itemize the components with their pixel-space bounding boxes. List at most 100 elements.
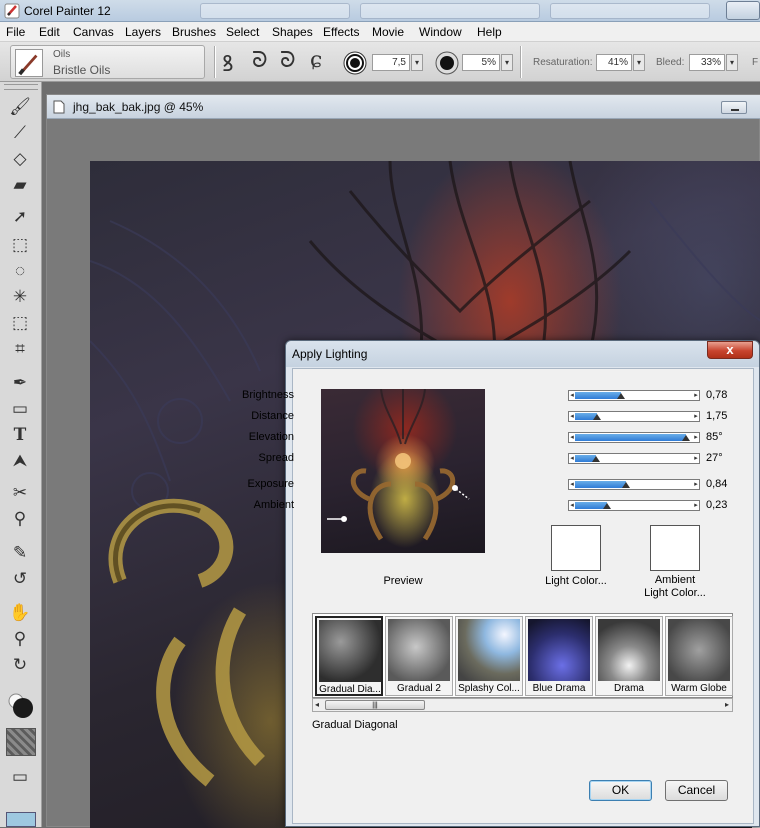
minimize-button[interactable] bbox=[726, 1, 760, 20]
menu-canvas[interactable]: Canvas bbox=[73, 25, 114, 39]
menu-edit[interactable]: Edit bbox=[39, 25, 60, 39]
slider-right-arrow-icon[interactable]: ▸ bbox=[693, 454, 699, 463]
cancel-button[interactable]: Cancel bbox=[665, 780, 728, 801]
menu-layers[interactable]: Layers bbox=[125, 25, 161, 39]
rotate-page-tool-icon[interactable]: ↻ bbox=[8, 654, 32, 676]
layer-adjuster-tool-icon[interactable]: ➚ bbox=[8, 206, 32, 228]
slider-thumb[interactable] bbox=[593, 414, 601, 420]
scroll-right-arrow-icon[interactable]: ▸ bbox=[725, 700, 729, 709]
ambient-light-color-swatch[interactable] bbox=[650, 525, 700, 571]
grabber-tool-icon[interactable]: ✋ bbox=[8, 602, 32, 624]
slider-thumb[interactable] bbox=[592, 456, 600, 462]
resaturation-dropdown[interactable]: ▾ bbox=[633, 54, 645, 71]
scroll-left-arrow-icon[interactable]: ◂ bbox=[315, 700, 319, 709]
rubber-stamp-tool-icon[interactable]: ⚲ bbox=[8, 508, 32, 530]
cloner-tool-icon[interactable]: ✂ bbox=[8, 482, 32, 504]
brush-selector[interactable]: Oils Bristle Oils bbox=[10, 45, 205, 79]
screen-mode-icon[interactable]: ▭ bbox=[8, 766, 32, 788]
brush-tool-icon[interactable]: 🖌 bbox=[8, 96, 32, 118]
library-thumbnail bbox=[668, 619, 730, 681]
slider-fill bbox=[575, 434, 686, 441]
ambient-slider[interactable]: ◂ ▸ bbox=[568, 500, 700, 511]
resaturation-field[interactable]: 41% bbox=[596, 54, 632, 71]
text-tool-icon[interactable]: T bbox=[8, 424, 32, 446]
stroke-type-2-icon[interactable]: ᘐ bbox=[280, 48, 296, 73]
shape-selection-tool-icon[interactable]: ⮝ bbox=[8, 450, 32, 472]
slider-thumb[interactable] bbox=[617, 393, 625, 399]
brush-tracking-icon[interactable]: ɕ bbox=[310, 48, 322, 73]
menu-file[interactable]: File bbox=[6, 25, 25, 39]
dab-type-icon[interactable]: ꝸ bbox=[222, 48, 234, 78]
document-minimize-button[interactable] bbox=[721, 101, 747, 114]
paint-bucket-tool-icon[interactable]: ◇ bbox=[8, 148, 32, 170]
spread-slider[interactable]: ◂ ▸ bbox=[568, 453, 700, 464]
library-scroll-thumb[interactable]: ||| bbox=[325, 700, 425, 710]
menu-select[interactable]: Select bbox=[226, 25, 259, 39]
pattern-selector-icon[interactable] bbox=[6, 812, 36, 827]
menu-movie[interactable]: Movie bbox=[372, 25, 404, 39]
brightness-slider[interactable]: ◂ ▸ bbox=[568, 390, 700, 401]
menu-shapes[interactable]: Shapes bbox=[272, 25, 313, 39]
color-swatch-icon[interactable] bbox=[6, 692, 36, 720]
opacity-icon[interactable] bbox=[435, 51, 459, 75]
slider-right-arrow-icon[interactable]: ▸ bbox=[693, 480, 699, 489]
elevation-slider[interactable]: ◂ ▸ bbox=[568, 432, 700, 443]
lasso-tool-icon[interactable]: ◌ bbox=[8, 260, 32, 282]
dialog-close-button[interactable]: x bbox=[707, 341, 753, 359]
library-scrollbar[interactable]: ◂ ||| ▸ bbox=[312, 698, 733, 712]
slider-thumb[interactable] bbox=[603, 503, 611, 509]
menu-window[interactable]: Window bbox=[419, 25, 462, 39]
slider-right-arrow-icon[interactable]: ▸ bbox=[693, 433, 699, 442]
light-color-label: Light Color... bbox=[545, 575, 607, 587]
library-item-name: Gradual 2 bbox=[397, 683, 441, 694]
exposure-slider[interactable]: ◂ ▸ bbox=[568, 479, 700, 490]
magnifier-tool-icon[interactable]: ⚲ bbox=[8, 628, 32, 650]
burn-tool-icon[interactable]: ↺ bbox=[8, 568, 32, 590]
paper-selector-icon[interactable] bbox=[6, 728, 36, 756]
toolbox-grip[interactable] bbox=[4, 84, 38, 90]
library-item[interactable]: Gradual 2 bbox=[385, 616, 453, 696]
menu-effects[interactable]: Effects bbox=[323, 25, 359, 39]
rect-selection-tool-icon[interactable]: ⬚ bbox=[8, 234, 32, 256]
slider-thumb[interactable] bbox=[682, 435, 690, 441]
library-item[interactable]: Drama bbox=[595, 616, 663, 696]
menu-brushes[interactable]: Brushes bbox=[172, 25, 216, 39]
opacity-field[interactable]: 5% bbox=[462, 54, 500, 71]
stroke-type-icon[interactable]: ᘐ bbox=[252, 48, 268, 73]
slider-right-arrow-icon[interactable]: ▸ bbox=[693, 412, 699, 421]
pen-tool-icon[interactable]: ✒ bbox=[8, 372, 32, 394]
close-icon: x bbox=[726, 342, 734, 357]
size-target-icon[interactable] bbox=[343, 51, 367, 75]
magic-wand-tool-icon[interactable]: ✳ bbox=[8, 286, 32, 308]
background-tab bbox=[550, 3, 710, 19]
dodge-tool-icon[interactable]: ✎ bbox=[8, 542, 32, 564]
bleed-dropdown[interactable]: ▾ bbox=[726, 54, 738, 71]
document-icon bbox=[53, 100, 65, 114]
ok-button[interactable]: OK bbox=[589, 780, 652, 801]
size-dropdown[interactable]: ▾ bbox=[411, 54, 423, 71]
selection-adjuster-tool-icon[interactable]: ⬚ bbox=[8, 312, 32, 334]
dropper-tool-icon[interactable]: ⟋ bbox=[8, 122, 32, 144]
eraser-tool-icon[interactable]: ▰ bbox=[8, 174, 32, 196]
brush-variant-label: Bristle Oils bbox=[53, 63, 111, 77]
rectangle-shape-tool-icon[interactable]: ▭ bbox=[8, 398, 32, 420]
distance-slider[interactable]: ◂ ▸ bbox=[568, 411, 700, 422]
library-item[interactable]: Warm Globe bbox=[665, 616, 733, 696]
library-thumbnail bbox=[388, 619, 450, 681]
library-item[interactable]: Gradual Dia... bbox=[315, 616, 383, 696]
library-item[interactable]: Splashy Col... bbox=[455, 616, 523, 696]
slider-right-arrow-icon[interactable]: ▸ bbox=[693, 391, 699, 400]
lighting-preview[interactable] bbox=[321, 389, 485, 553]
slider-right-arrow-icon[interactable]: ▸ bbox=[693, 501, 699, 510]
opacity-dropdown[interactable]: ▾ bbox=[501, 54, 513, 71]
size-field[interactable]: 7,5 bbox=[372, 54, 410, 71]
library-item[interactable]: Blue Drama bbox=[525, 616, 593, 696]
crop-tool-icon[interactable]: ⌗ bbox=[8, 338, 32, 360]
bleed-field[interactable]: 33% bbox=[689, 54, 725, 71]
menu-help[interactable]: Help bbox=[477, 25, 502, 39]
background-tab bbox=[360, 3, 540, 19]
light-color-swatch[interactable] bbox=[551, 525, 601, 571]
library-thumbnail bbox=[528, 619, 590, 681]
elevation-label: Elevation bbox=[248, 431, 294, 443]
slider-thumb[interactable] bbox=[622, 482, 630, 488]
